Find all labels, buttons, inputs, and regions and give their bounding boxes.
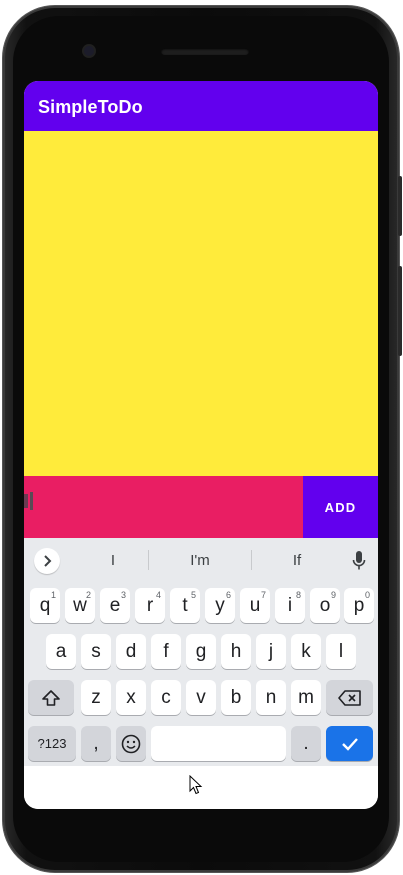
backspace-icon bbox=[337, 689, 361, 706]
space-key[interactable] bbox=[151, 726, 286, 761]
key-f[interactable]: f bbox=[151, 634, 181, 669]
key-m[interactable]: m bbox=[291, 680, 321, 715]
key-s[interactable]: s bbox=[81, 634, 111, 669]
device-screen: SimpleToDo ADD I I'm If q1 w2 e 3 r 4 t … bbox=[24, 81, 378, 809]
text-cursor-handle bbox=[24, 494, 28, 508]
suggestion-1[interactable]: I bbox=[98, 552, 128, 569]
key-a[interactable]: a bbox=[46, 634, 76, 669]
key-label: o bbox=[319, 594, 331, 616]
checkmark-icon bbox=[341, 737, 358, 751]
key-hint: 2 bbox=[85, 590, 91, 600]
key-k[interactable]: k bbox=[291, 634, 321, 669]
add-button[interactable]: ADD bbox=[303, 476, 378, 538]
key-q[interactable]: q1 bbox=[30, 588, 60, 623]
key-hint: 8 bbox=[295, 590, 301, 600]
key-hint: 5 bbox=[190, 590, 196, 600]
key-label: t bbox=[182, 594, 188, 616]
key-label: i bbox=[287, 594, 293, 616]
suggestion-3[interactable]: If bbox=[282, 552, 312, 569]
suggestion-divider bbox=[148, 550, 149, 570]
input-row: ADD bbox=[24, 476, 378, 538]
front-camera bbox=[84, 46, 94, 56]
key-i[interactable]: i8 bbox=[275, 588, 305, 623]
key-hint: 0 bbox=[364, 590, 370, 600]
suggestion-2[interactable]: I'm bbox=[180, 552, 220, 569]
key-label: u bbox=[249, 594, 261, 616]
suggestion-divider bbox=[251, 550, 252, 570]
key-label: q bbox=[39, 594, 51, 616]
key-z[interactable]: z bbox=[81, 680, 111, 715]
key-w[interactable]: w2 bbox=[65, 588, 95, 623]
app-title: SimpleToDo bbox=[38, 97, 143, 117]
todo-input-field[interactable] bbox=[24, 476, 303, 538]
emoji-key[interactable] bbox=[116, 726, 146, 761]
key-hint: 7 bbox=[260, 590, 266, 600]
key-hint: 3 bbox=[120, 590, 126, 600]
earpiece-speaker bbox=[161, 48, 249, 55]
microphone-icon[interactable] bbox=[352, 550, 366, 572]
symbols-key[interactable]: ?123 bbox=[28, 726, 76, 761]
soft-keyboard: I I'm If q1 w2 e3 r4 t5 y6 u7 i8 o9 p0 a… bbox=[24, 538, 378, 766]
mouse-pointer-icon bbox=[189, 775, 203, 795]
key-g[interactable]: g bbox=[186, 634, 216, 669]
comma-key[interactable]: , bbox=[81, 726, 111, 761]
key-hint: 4 bbox=[155, 590, 161, 600]
key-label: p bbox=[353, 594, 365, 616]
key-label: r bbox=[146, 594, 154, 616]
key-p[interactable]: p0 bbox=[344, 588, 374, 623]
key-n[interactable]: n bbox=[256, 680, 286, 715]
volume-button bbox=[398, 266, 402, 356]
key-label: w bbox=[73, 594, 87, 616]
period-key[interactable]: . bbox=[291, 726, 321, 761]
key-e[interactable]: e3 bbox=[100, 588, 130, 623]
key-b[interactable]: b bbox=[221, 680, 251, 715]
emoji-icon bbox=[121, 734, 141, 753]
key-h[interactable]: h bbox=[221, 634, 251, 669]
key-d[interactable]: d bbox=[116, 634, 146, 669]
key-t[interactable]: t5 bbox=[170, 588, 200, 623]
app-bar: SimpleToDo bbox=[24, 81, 378, 131]
key-y[interactable]: y6 bbox=[205, 588, 235, 623]
enter-key[interactable] bbox=[326, 726, 373, 761]
todo-list[interactable] bbox=[24, 131, 378, 476]
key-u[interactable]: u7 bbox=[240, 588, 270, 623]
suggestion-bar: I I'm If bbox=[24, 538, 378, 582]
chevron-right-icon[interactable] bbox=[34, 548, 60, 574]
key-hint: 1 bbox=[50, 590, 56, 600]
key-x[interactable]: x bbox=[116, 680, 146, 715]
key-label: y bbox=[215, 594, 225, 616]
key-hint: 9 bbox=[330, 590, 336, 600]
shift-key[interactable] bbox=[28, 680, 74, 715]
text-cursor bbox=[30, 492, 33, 510]
key-label: e bbox=[109, 594, 121, 616]
key-o[interactable]: o9 bbox=[310, 588, 340, 623]
power-button bbox=[398, 176, 402, 236]
key-v[interactable]: v bbox=[186, 680, 216, 715]
key-c[interactable]: c bbox=[151, 680, 181, 715]
key-l[interactable]: l bbox=[326, 634, 356, 669]
key-hint: 6 bbox=[225, 590, 231, 600]
key-r[interactable]: r4 bbox=[135, 588, 165, 623]
key-j[interactable]: j bbox=[256, 634, 286, 669]
shift-icon bbox=[42, 689, 60, 706]
backspace-key[interactable] bbox=[326, 680, 373, 715]
